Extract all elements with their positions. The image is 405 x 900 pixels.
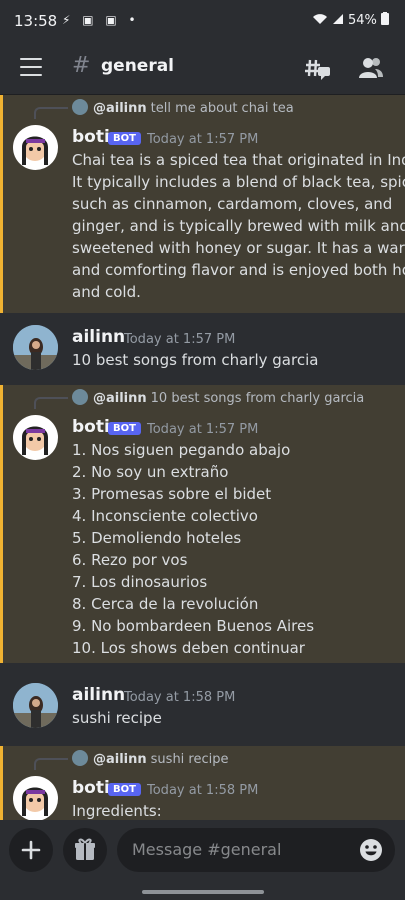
message-line: Chai tea is a spiced tea that originated… — [72, 151, 405, 169]
plus-icon — [21, 840, 41, 860]
message-line: 2. No soy un extraño — [72, 463, 229, 481]
reply-username: @ailinn — [93, 101, 147, 116]
bot-badge: BOT — [108, 132, 141, 145]
avatar[interactable] — [13, 683, 58, 728]
username[interactable]: ailinn — [72, 327, 125, 347]
message-line: such as cinnamon, cardamom, cloves, and — [72, 195, 393, 213]
reply-text: sushi recipe — [150, 752, 229, 767]
message-line: It typically includes a blend of black t… — [72, 173, 405, 191]
message-line: sweetened with honey or sugar. It has a … — [72, 239, 405, 257]
reply-text: tell me about chai tea — [150, 101, 294, 116]
avatar[interactable] — [13, 776, 58, 820]
timestamp: Today at 1:58 PM — [124, 690, 236, 705]
reply-avatar — [72, 389, 88, 405]
bot-badge: BOT — [108, 422, 141, 435]
message-line: 1. Nos siguen pegando abajo — [72, 441, 291, 459]
hamburger-menu-icon[interactable] — [20, 58, 42, 76]
members-icon[interactable] — [356, 54, 384, 82]
message-line: 4. Inconsciente colectivo — [72, 507, 258, 525]
message-line: 10. Los shows deben continuar — [72, 639, 305, 657]
gift-button[interactable] — [63, 828, 107, 872]
reply-avatar — [72, 750, 88, 766]
message-line: 7. Los dinosaurios — [72, 573, 208, 591]
status-right: 54% — [312, 12, 389, 28]
message-line: and comforting flavor and is enjoyed bot… — [72, 261, 405, 279]
timestamp: Today at 1:57 PM — [147, 132, 259, 147]
channel-hash-icon: # — [72, 53, 91, 78]
reply-username: @ailinn — [93, 391, 147, 406]
home-indicator[interactable] — [142, 890, 264, 894]
message-item[interactable]: @ailinn tell me about chai tea boti BOT T… — [0, 95, 405, 313]
reply-preview[interactable]: @ailinn 10 best songs from charly garcia — [72, 389, 364, 406]
reply-preview[interactable]: @ailinn tell me about chai tea — [72, 99, 294, 116]
battery-level: 54% — [347, 13, 377, 28]
message-line: ginger, and is typically brewed with mil… — [72, 217, 405, 235]
message-item[interactable]: ailinn Today at 1:58 PM sushi recipe — [0, 663, 405, 746]
add-attachment-button[interactable] — [9, 828, 53, 872]
message-item[interactable]: ailinn Today at 1:57 PM 10 best songs fr… — [0, 313, 405, 385]
reply-text: 10 best songs from charly garcia — [150, 391, 365, 406]
avatar[interactable] — [13, 415, 58, 460]
username[interactable]: boti — [72, 127, 110, 147]
message-line: 6. Rezo por vos — [72, 551, 188, 569]
avatar[interactable] — [13, 325, 58, 370]
wifi-icon — [312, 13, 332, 28]
reply-avatar — [72, 99, 88, 115]
username[interactable]: boti — [72, 417, 110, 437]
message-input[interactable]: Message #general — [117, 828, 395, 872]
message-composer: Message #general — [0, 820, 405, 900]
gift-icon — [75, 838, 95, 860]
message-content: sushi recipe — [72, 707, 392, 729]
bot-badge: BOT — [108, 783, 141, 796]
reply-preview[interactable]: @ailinn sushi recipe — [72, 750, 229, 767]
timestamp: Today at 1:57 PM — [147, 422, 259, 437]
message-input-placeholder: Message #general — [132, 840, 282, 859]
cell-signal-icon — [332, 13, 348, 28]
username[interactable]: ailinn — [72, 685, 125, 705]
message-content: Ingredients: — [72, 800, 392, 820]
message-line: and cold. — [72, 283, 141, 301]
avatar[interactable] — [13, 125, 58, 170]
message-line: Ingredients: — [72, 802, 162, 820]
message-line: 8. Cerca de la revolución — [72, 595, 259, 613]
timestamp: Today at 1:58 PM — [147, 783, 259, 798]
notification-icons: ⚡ ▣ ▣ • — [62, 13, 140, 27]
timestamp: Today at 1:57 PM — [124, 332, 236, 347]
message-content: 10 best songs from charly garcia — [72, 349, 392, 371]
message-line: sushi recipe — [72, 709, 162, 727]
message-line: 5. Demoliendo hoteles — [72, 529, 242, 547]
message-content: 1. Nos siguen pegando abajo 2. No soy un… — [72, 439, 392, 659]
reply-username: @ailinn — [93, 752, 147, 767]
message-line: 10 best songs from charly garcia — [72, 351, 319, 369]
channel-header: # general — [0, 44, 405, 95]
threads-icon[interactable] — [304, 54, 332, 82]
username[interactable]: boti — [72, 778, 110, 798]
message-content: Chai tea is a spiced tea that originated… — [72, 149, 405, 303]
channel-title: general — [101, 56, 175, 76]
message-item[interactable]: @ailinn 10 best songs from charly garcia … — [0, 385, 405, 663]
status-bar: 13:58 ⚡ ▣ ▣ • 54% — [0, 0, 405, 44]
status-time: 13:58 — [14, 12, 58, 30]
emoji-icon[interactable] — [359, 838, 383, 862]
battery-icon — [381, 12, 389, 28]
message-item[interactable]: @ailinn sushi recipe boti BOT Today at 1:… — [0, 746, 405, 820]
message-line: 9. No bombardeen Buenos Aires — [72, 617, 315, 635]
message-list[interactable]: @ailinn tell me about chai tea boti BOT T… — [0, 95, 405, 820]
message-line: 3. Promesas sobre el bidet — [72, 485, 272, 503]
